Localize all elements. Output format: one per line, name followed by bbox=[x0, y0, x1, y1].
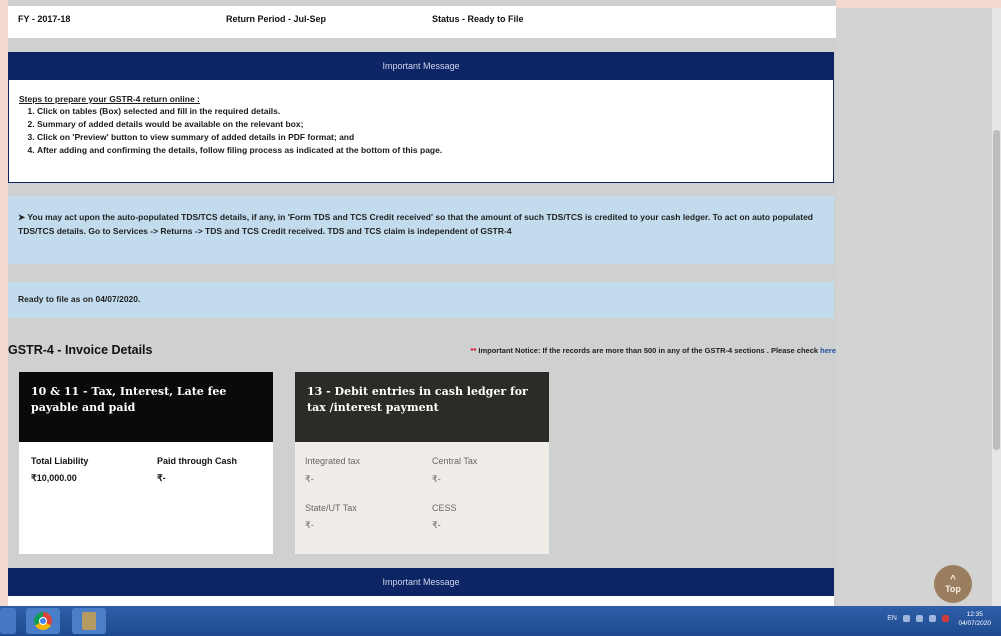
integrated-tax-value: ₹- bbox=[305, 474, 314, 484]
tray-icon[interactable] bbox=[903, 615, 910, 622]
notification-icon[interactable] bbox=[942, 615, 949, 622]
card-title: 10 & 11 - Tax, Interest, Late fee payabl… bbox=[31, 385, 227, 414]
central-tax-value: ₹- bbox=[432, 474, 441, 484]
emblem-icon bbox=[82, 612, 96, 630]
card-title: 13 - Debit entries in cash ledger for ta… bbox=[307, 385, 528, 414]
network-icon[interactable] bbox=[916, 615, 923, 622]
integrated-tax-label: Integrated tax bbox=[305, 456, 361, 466]
windows-taskbar: EN 12:35 04/07/2020 bbox=[0, 606, 1001, 636]
clock-date: 04/07/2020 bbox=[958, 620, 991, 627]
steps-list: Click on tables (Box) selected and fill … bbox=[23, 105, 442, 157]
total-liability-value: ₹10,000.00 bbox=[31, 473, 77, 483]
card-debit-entries-cash-ledger[interactable]: 13 - Debit entries in cash ledger for ta… bbox=[295, 372, 549, 554]
cess-label: CESS bbox=[432, 503, 457, 513]
ready-to-file-text: Ready to file as on 04/07/2020. bbox=[18, 294, 141, 304]
start-button[interactable] bbox=[0, 608, 16, 634]
important-message-box: Steps to prepare your GSTR-4 return onli… bbox=[8, 80, 834, 183]
system-tray: EN bbox=[887, 615, 949, 622]
emblem-taskbar-button[interactable] bbox=[72, 608, 106, 634]
clock-time: 12:35 bbox=[966, 611, 983, 618]
volume-icon[interactable] bbox=[929, 615, 936, 622]
gst-portal-page: FY - 2017-18 Return Period - Jul-Sep Sta… bbox=[8, 0, 836, 606]
cess-value: ₹- bbox=[432, 520, 441, 530]
total-liability-label: Total Liability bbox=[31, 456, 89, 466]
system-clock[interactable]: 12:35 04/07/2020 bbox=[958, 610, 991, 628]
important-message-header-2: Important Message bbox=[8, 568, 834, 596]
section-title: GSTR-4 - Invoice Details bbox=[8, 343, 153, 357]
step-item: Summary of added details would be availa… bbox=[37, 118, 442, 131]
top-label: Top bbox=[945, 583, 961, 594]
card-header: 10 & 11 - Tax, Interest, Late fee payabl… bbox=[19, 372, 273, 442]
notice-text: Important Notice: If the records are mor… bbox=[476, 346, 821, 355]
important-message-title: Important Message bbox=[382, 61, 460, 71]
card-header: 13 - Debit entries in cash ledger for ta… bbox=[295, 372, 549, 442]
return-status: Status - Ready to File bbox=[432, 14, 524, 24]
state-ut-tax-value: ₹- bbox=[305, 520, 314, 530]
back-to-top-button[interactable]: ^ Top bbox=[934, 565, 972, 603]
steps-title: Steps to prepare your GSTR-4 return onli… bbox=[19, 94, 200, 104]
important-message-title-2: Important Message bbox=[382, 577, 460, 587]
central-tax-label: Central Tax bbox=[432, 456, 478, 466]
chevron-up-icon: ^ bbox=[950, 573, 956, 585]
screen: FY - 2017-18 Return Period - Jul-Sep Sta… bbox=[0, 0, 1001, 636]
scrollbar-thumb[interactable] bbox=[993, 130, 1000, 450]
page-background-right bbox=[836, 8, 1001, 606]
card-tax-interest-late-fee[interactable]: 10 & 11 - Tax, Interest, Late fee payabl… bbox=[19, 372, 273, 554]
notice-here-link[interactable]: here bbox=[820, 346, 836, 355]
important-message-header: Important Message bbox=[8, 52, 834, 80]
chrome-taskbar-button[interactable] bbox=[26, 608, 60, 634]
financial-year: FY - 2017-18 bbox=[18, 14, 71, 24]
paid-through-cash-label: Paid through Cash bbox=[157, 456, 238, 466]
step-item: After adding and confirming the details,… bbox=[37, 144, 442, 157]
step-item: Click on tables (Box) selected and fill … bbox=[37, 105, 442, 118]
return-info-bar: FY - 2017-18 Return Period - Jul-Sep Sta… bbox=[8, 6, 836, 38]
return-period: Return Period - Jul-Sep bbox=[226, 14, 327, 24]
state-ut-tax-label: State/UT Tax bbox=[305, 503, 357, 513]
tds-tcs-info-text: You may act upon the auto-populated TDS/… bbox=[18, 212, 814, 236]
paid-through-cash-value: ₹- bbox=[157, 473, 166, 483]
info-circle-icon: ➤ bbox=[18, 212, 26, 222]
important-notice: ** Important Notice: If the records are … bbox=[470, 346, 836, 355]
step-item: Click on 'Preview' button to view summar… bbox=[37, 131, 442, 144]
chrome-icon bbox=[34, 612, 52, 630]
important-message-box-2 bbox=[8, 596, 834, 606]
tds-tcs-info-alert: ➤ You may act upon the auto-populated TD… bbox=[8, 196, 834, 264]
ready-to-file-alert: Ready to file as on 04/07/2020. bbox=[8, 282, 834, 318]
language-indicator[interactable]: EN bbox=[887, 615, 897, 622]
